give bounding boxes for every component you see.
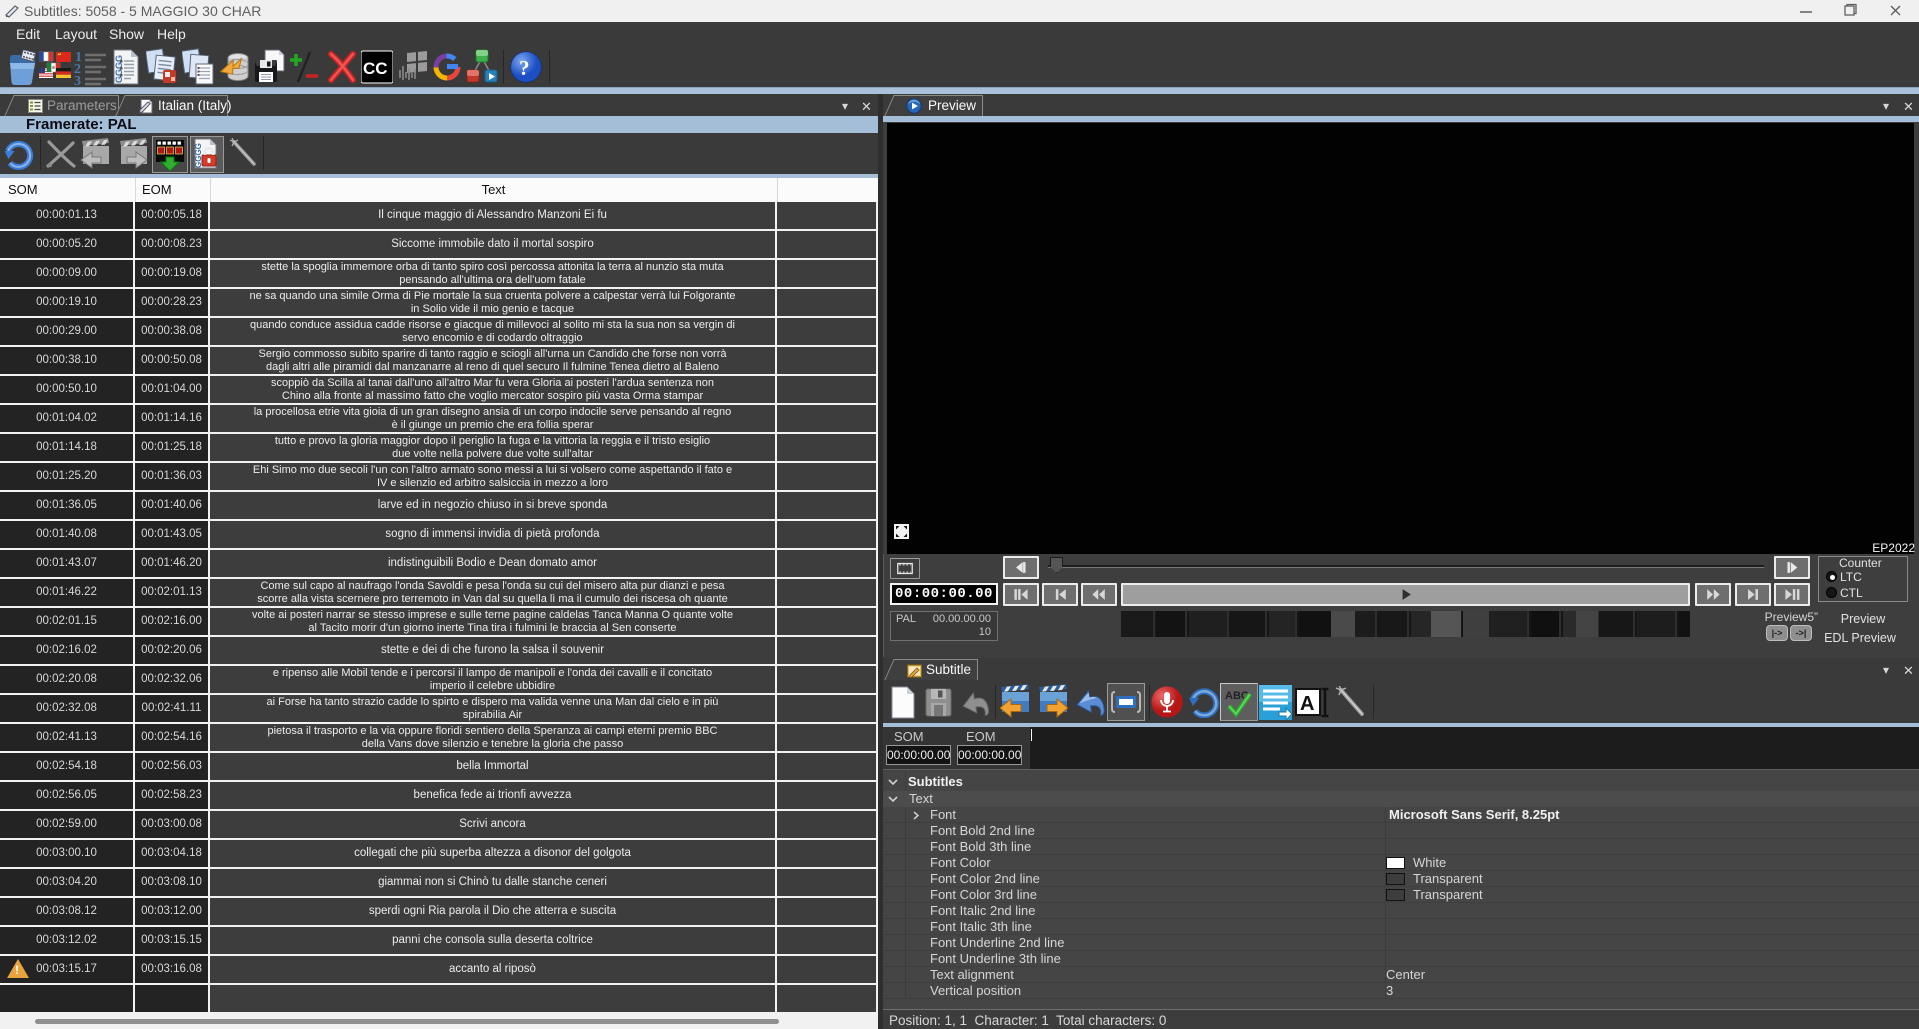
svg-text:A: A (1300, 693, 1314, 715)
svg-text:CC: CC (363, 59, 388, 78)
svg-text:3: 3 (74, 74, 81, 86)
svg-text:?: ? (519, 56, 530, 80)
